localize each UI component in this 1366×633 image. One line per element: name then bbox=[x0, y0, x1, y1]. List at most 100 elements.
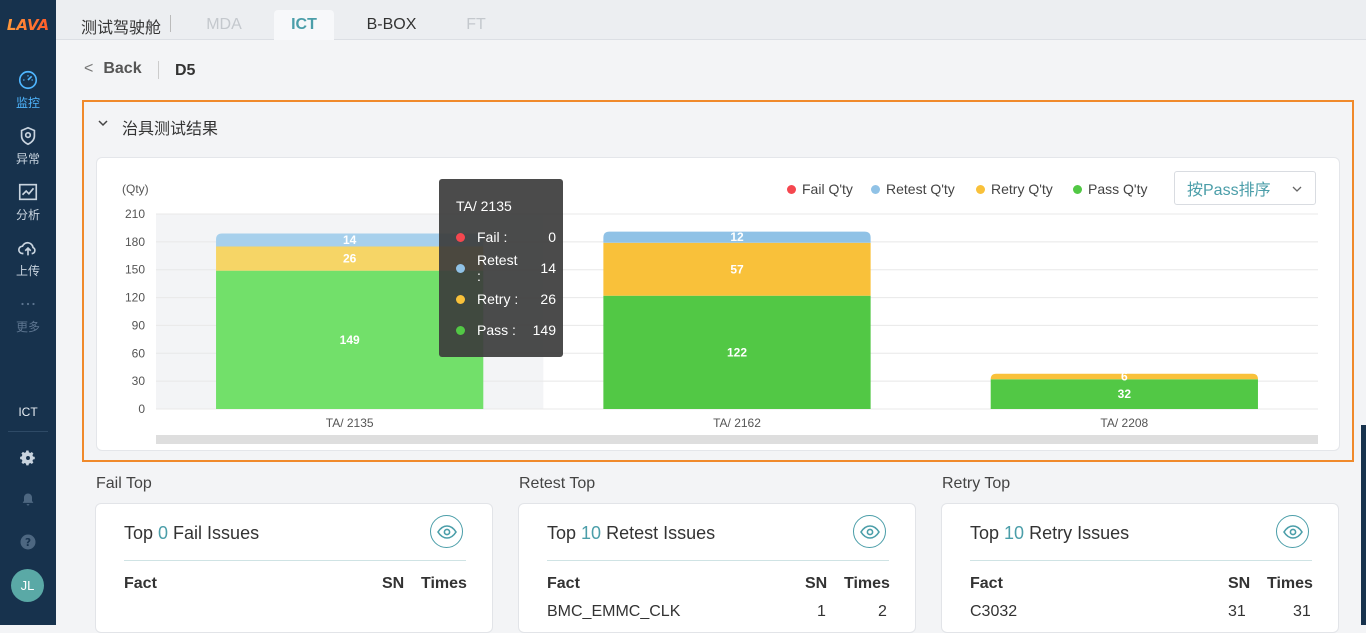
issue-count: 0 bbox=[158, 523, 169, 543]
current-module-label: ICT bbox=[18, 405, 38, 419]
tooltip-value: 26 bbox=[540, 291, 556, 307]
title-suffix: Fail Issues bbox=[168, 523, 260, 543]
title-prefix: Top bbox=[124, 523, 159, 543]
retest-top-label: Retest Top bbox=[519, 475, 596, 492]
fixture-results-panel: 治具测试结果 0 30 60 90 120 150 180 210 (Qty) 149 26 14 TA… bbox=[82, 100, 1354, 462]
tooltip-value: 14 bbox=[540, 260, 556, 276]
eye-icon bbox=[436, 524, 457, 539]
bar-data-label: 149 bbox=[340, 333, 360, 347]
x-tick-label: TA/ 2135 bbox=[326, 416, 374, 430]
back-label: Back bbox=[103, 60, 142, 77]
tab-bbox[interactable]: B-BOX bbox=[354, 10, 429, 40]
column-header-sn: SN bbox=[1228, 575, 1251, 592]
sidebar-item-label: 上传 bbox=[15, 264, 40, 278]
tab-mda[interactable]: MDA bbox=[189, 10, 259, 40]
help-icon[interactable]: ? bbox=[17, 531, 39, 553]
y-tick-label: 90 bbox=[132, 318, 146, 332]
tab-ict[interactable]: ICT bbox=[274, 10, 334, 40]
legend-label: Retry Q'ty bbox=[991, 181, 1053, 197]
y-tick-label: 30 bbox=[132, 374, 146, 388]
tooltip-value: 149 bbox=[532, 322, 556, 338]
y-tick-label: 60 bbox=[132, 346, 146, 360]
panel-title: 治具测试结果 bbox=[122, 121, 219, 138]
column-header-fact: Fact bbox=[124, 575, 157, 592]
view-retry-issues-button[interactable] bbox=[1276, 515, 1309, 548]
sidebar-divider bbox=[8, 431, 48, 432]
tooltip-dot bbox=[456, 263, 465, 273]
chart-horizontal-scrollbar[interactable] bbox=[156, 435, 1318, 444]
sidebar-item-label: 异常 bbox=[15, 152, 40, 166]
card-divider bbox=[547, 560, 889, 561]
gear-icon[interactable] bbox=[17, 447, 39, 469]
top-bar: 测试驾驶舱 MDA ICT B-BOX FT bbox=[56, 0, 1366, 40]
sidebar-item-exception[interactable]: 异常 bbox=[0, 120, 56, 172]
title-prefix: Top bbox=[970, 523, 1005, 543]
lava-logo[interactable]: LAVA bbox=[0, 0, 56, 48]
column-header-times: Times bbox=[844, 575, 890, 592]
sidebar-item-monitor[interactable]: 监控 bbox=[0, 64, 56, 116]
y-tick-label: 150 bbox=[125, 263, 145, 277]
legend-dot bbox=[976, 184, 985, 194]
y-axis-label: (Qty) bbox=[122, 182, 149, 196]
view-retest-issues-button[interactable] bbox=[853, 515, 886, 548]
chevron-left-icon: < bbox=[84, 60, 94, 77]
eye-icon bbox=[859, 524, 880, 539]
sidebar: LAVA 监控 异常 分析 上传 更多 ICT ? JL bbox=[0, 0, 56, 625]
page-scrollbar-thumb[interactable] bbox=[1361, 425, 1366, 625]
chart-card: 0 30 60 90 120 150 180 210 (Qty) 149 26 14 TA/ 2135 1… bbox=[96, 157, 1340, 451]
avatar[interactable]: JL bbox=[11, 569, 44, 602]
svg-text:LAVA: LAVA bbox=[7, 16, 49, 34]
sidebar-item-analysis[interactable]: 分析 bbox=[0, 176, 56, 228]
tab-ft[interactable]: FT bbox=[451, 10, 501, 40]
column-header-times: Times bbox=[1267, 575, 1313, 592]
x-tick-label: TA/ 2208 bbox=[1100, 416, 1148, 430]
y-tick-label: 180 bbox=[125, 235, 145, 249]
sidebar-item-upload[interactable]: 上传 bbox=[0, 232, 56, 284]
tooltip-row-fail: Fail : 0 bbox=[456, 228, 556, 246]
back-button[interactable]: < Back bbox=[84, 60, 142, 78]
legend-label: Pass Q'ty bbox=[1088, 181, 1148, 197]
y-tick-label: 0 bbox=[138, 402, 145, 416]
title-separator bbox=[170, 15, 171, 32]
sidebar-item-more[interactable]: 更多 bbox=[0, 288, 56, 340]
column-header-fact: Fact bbox=[547, 575, 580, 592]
card-divider bbox=[124, 560, 466, 561]
legend-item-fail[interactable]: Fail Q'ty bbox=[787, 181, 853, 197]
tooltip-row-pass: Pass : 149 bbox=[456, 321, 556, 339]
bar-data-label: 32 bbox=[1118, 387, 1132, 401]
table-cell-fact[interactable]: C3032 bbox=[970, 603, 1017, 621]
cloud-upload-icon bbox=[18, 241, 36, 256]
breadcrumb-current: D5 bbox=[175, 62, 196, 79]
legend-dot bbox=[1073, 184, 1082, 194]
view-fail-issues-button[interactable] bbox=[430, 515, 463, 548]
column-header-sn: SN bbox=[805, 575, 828, 592]
sidebar-item-label: 更多 bbox=[15, 320, 40, 334]
bar-data-label: 122 bbox=[727, 345, 747, 359]
bar-data-label: 14 bbox=[343, 233, 357, 247]
sort-select[interactable]: 按Pass排序 bbox=[1174, 171, 1316, 205]
fail-top-label: Fail Top bbox=[96, 475, 152, 492]
column-header-sn: SN bbox=[382, 575, 405, 592]
legend-item-retest[interactable]: Retest Q'ty bbox=[871, 181, 955, 197]
issue-count: 10 bbox=[1004, 523, 1025, 543]
chart-tooltip: TA/ 2135 Fail : 0 Retest : 14 Retry : 26… bbox=[439, 179, 563, 357]
fail-issues-title: Top 0 Fail Issues bbox=[124, 523, 259, 544]
legend-item-pass[interactable]: Pass Q'ty bbox=[1073, 181, 1147, 197]
tooltip-dot bbox=[456, 232, 465, 242]
app-title: 测试驾驶舱 bbox=[81, 20, 162, 37]
table-cell-times: 31 bbox=[1293, 603, 1311, 620]
title-suffix: Retry Issues bbox=[1024, 523, 1130, 543]
chevron-down-icon[interactable] bbox=[96, 116, 110, 130]
column-header-times: Times bbox=[421, 575, 467, 592]
table-cell-sn: 31 bbox=[1228, 603, 1246, 620]
fail-issues-card: Top 0 Fail Issues Fact SN Times bbox=[95, 503, 493, 633]
tooltip-value: 0 bbox=[548, 229, 556, 245]
tooltip-dot bbox=[456, 294, 465, 304]
legend-item-retry[interactable]: Retry Q'ty bbox=[976, 181, 1053, 197]
eye-icon bbox=[1282, 524, 1303, 539]
bar-data-label: 6 bbox=[1121, 370, 1128, 384]
bell-icon[interactable] bbox=[17, 488, 39, 510]
tooltip-label: Fail : bbox=[477, 229, 508, 245]
table-cell-fact[interactable]: BMC_EMMC_CLK bbox=[547, 603, 680, 621]
tooltip-row-retry: Retry : 26 bbox=[456, 290, 556, 308]
